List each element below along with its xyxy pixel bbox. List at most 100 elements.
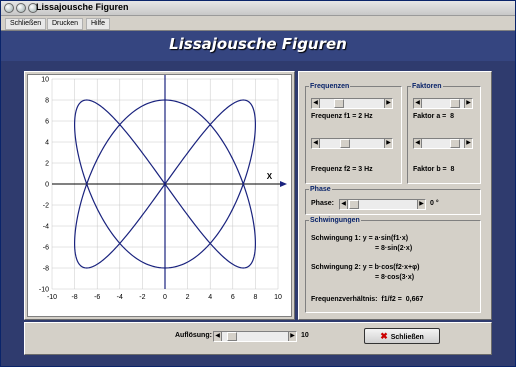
factor-b-thumb[interactable] (450, 139, 460, 148)
factor-a-label-text: Faktor a = (413, 113, 447, 120)
factor-b-label-text: Faktor b = (413, 166, 447, 173)
x-tick-label: -4 (117, 294, 123, 301)
f1-scrollbar[interactable]: ◀ ▶ (311, 98, 393, 109)
x-tick-label: 6 (231, 294, 235, 301)
y-tick-label: 8 (45, 98, 49, 105)
phase-right-arrow-icon[interactable]: ▶ (417, 200, 425, 209)
factor-a-right-arrow-icon[interactable]: ▶ (464, 99, 472, 108)
controls-panel: Frequenzen ◀ ▶ Frequenz f1 = 2 Hz ◀ ▶ Fr… (298, 71, 492, 320)
menu-hilfe[interactable]: Hilfe (86, 18, 111, 30)
y-tick-label: -8 (43, 266, 49, 273)
window-title: Lissajousche Figuren (36, 2, 129, 12)
ratio-line: Frequenzverhältnis: f1/f2 = 0,667 (311, 296, 423, 303)
f2-scrollbar[interactable]: ◀ ▶ (311, 138, 393, 149)
f2-label: Frequenz f2 = 3 Hz (311, 166, 373, 173)
factor-a-left-arrow-icon[interactable]: ◀ (414, 99, 422, 108)
oscillations-group: Schwingungen Schwingung 1: y = a·sin(f1·… (305, 216, 481, 313)
oscillation-2-formula: y = b·cos(f2·x+φ) (362, 264, 420, 271)
phase-thumb[interactable] (349, 200, 359, 209)
menu-drucken[interactable]: Drucken (47, 18, 84, 30)
f1-thumb[interactable] (334, 99, 344, 108)
f2-right-arrow-icon[interactable]: ▶ (384, 139, 392, 148)
y-tick-label: 0 (45, 182, 49, 189)
frequencies-title: Frequenzen (309, 82, 351, 91)
frequencies-group: Frequenzen ◀ ▶ Frequenz f1 = 2 Hz ◀ ▶ Fr… (305, 82, 402, 184)
oscillations-title: Schwingungen (309, 216, 361, 225)
x-tick-label: 4 (208, 294, 212, 301)
phase-title: Phase (309, 185, 332, 194)
y-tick-label: 6 (45, 119, 49, 126)
window-controls (4, 3, 38, 13)
x-axis-arrow-icon (280, 181, 287, 187)
lissajous-plot: -10-8-6-4-202468101086420-2-4-6-8-10 Y X (27, 66, 292, 317)
phase-scrollbar[interactable]: ◀ ▶ (339, 199, 426, 210)
x-tick-label: 10 (274, 294, 282, 301)
oscillation-1-label: Schwingung 1: (311, 235, 361, 242)
factor-a-label: Faktor a = 8 (413, 113, 454, 120)
x-tick-label: -10 (47, 294, 57, 301)
x-tick-label: 8 (253, 294, 257, 301)
ratio-value: 0,667 (405, 296, 424, 303)
ratio-formula: f1/f2 = (381, 296, 402, 303)
oscillation-1-line: Schwingung 1: y = a·sin(f1·x) (311, 235, 408, 242)
y-tick-label: -6 (43, 245, 49, 252)
factors-title: Faktoren (411, 82, 443, 91)
close-x-icon: ✖ (380, 331, 388, 341)
resolution-thumb[interactable] (227, 332, 237, 341)
resolution-left-arrow-icon[interactable]: ◀ (214, 332, 222, 341)
f1-label: Frequenz f1 = 2 Hz (311, 113, 373, 120)
x-tick-label: -2 (139, 294, 145, 301)
main-content: -10-8-6-4-202468101086420-2-4-6-8-10 Y X… (1, 61, 515, 366)
plot-panel: -10-8-6-4-202468101086420-2-4-6-8-10 Y X (24, 66, 295, 320)
x-axis-label: X (267, 172, 273, 181)
phase-left-arrow-icon[interactable]: ◀ (340, 200, 348, 209)
close-button-label: Schließen (390, 334, 424, 341)
menu-bar: Schließen Drucken Hilfe (1, 16, 515, 31)
y-tick-label: -10 (39, 287, 49, 294)
factor-b-scrollbar[interactable]: ◀ ▶ (413, 138, 473, 149)
minimize-window-icon[interactable] (16, 3, 26, 13)
y-tick-label: -4 (43, 224, 49, 231)
factor-a-scrollbar[interactable]: ◀ ▶ (413, 98, 473, 109)
f2-thumb[interactable] (340, 139, 350, 148)
factors-group: Faktoren ◀ ▶ Faktor a = 8 ◀ ▶ Faktor b =… (407, 82, 481, 184)
x-tick-label: 0 (163, 294, 167, 301)
close-window-icon[interactable] (4, 3, 14, 13)
factor-b-left-arrow-icon[interactable]: ◀ (414, 139, 422, 148)
oscillation-1-result: = 8·sin(2·x) (375, 245, 413, 252)
phase-value: 0 ° (430, 200, 439, 207)
banner: Lissajousche Figuren (1, 31, 515, 61)
y-tick-label: 4 (45, 140, 49, 147)
oscillation-1-formula: y = a·sin(f1·x) (362, 235, 409, 242)
plot-canvas: -10-8-6-4-202468101086420-2-4-6-8-10 Y X (39, 66, 287, 301)
y-tick-label: 10 (41, 77, 49, 84)
f1-right-arrow-icon[interactable]: ▶ (384, 99, 392, 108)
banner-title: Lissajousche Figuren (169, 35, 347, 53)
resolution-right-arrow-icon[interactable]: ▶ (288, 332, 296, 341)
factor-b-value: 8 (450, 166, 455, 173)
phase-label: Phase: (311, 200, 334, 207)
y-tick-label: -2 (43, 203, 49, 210)
oscillation-2-line: Schwingung 2: y = b·cos(f2·x+φ) (311, 264, 419, 271)
y-tick-label: 2 (45, 161, 49, 168)
f2-left-arrow-icon[interactable]: ◀ (312, 139, 320, 148)
phase-group: Phase Phase: ◀ ▶ 0 ° (305, 185, 481, 215)
factor-b-right-arrow-icon[interactable]: ▶ (464, 139, 472, 148)
factor-a-thumb[interactable] (450, 99, 460, 108)
close-button[interactable]: ✖ Schließen (364, 328, 440, 344)
oscillation-2-label: Schwingung 2: (311, 264, 361, 271)
app-window: Lissajousche Figuren Schließen Drucken H… (0, 0, 516, 367)
resolution-value: 10 (301, 332, 309, 339)
title-bar: Lissajousche Figuren (1, 1, 515, 16)
menu-schliessen[interactable]: Schließen (5, 18, 47, 30)
x-tick-label: -6 (94, 294, 100, 301)
bottom-bar: Auflösung: ◀ ▶ 10 ✖ Schließen (24, 322, 492, 355)
x-tick-label: -8 (71, 294, 77, 301)
factor-b-label: Faktor b = 8 (413, 166, 454, 173)
x-tick-label: 2 (186, 294, 190, 301)
oscillation-2-result: = 8·cos(3·x) (375, 274, 415, 281)
factor-a-value: 8 (450, 113, 455, 120)
resolution-scrollbar[interactable]: ◀ ▶ (213, 331, 297, 342)
f1-left-arrow-icon[interactable]: ◀ (312, 99, 320, 108)
ratio-label: Frequenzverhältnis: (311, 296, 378, 303)
